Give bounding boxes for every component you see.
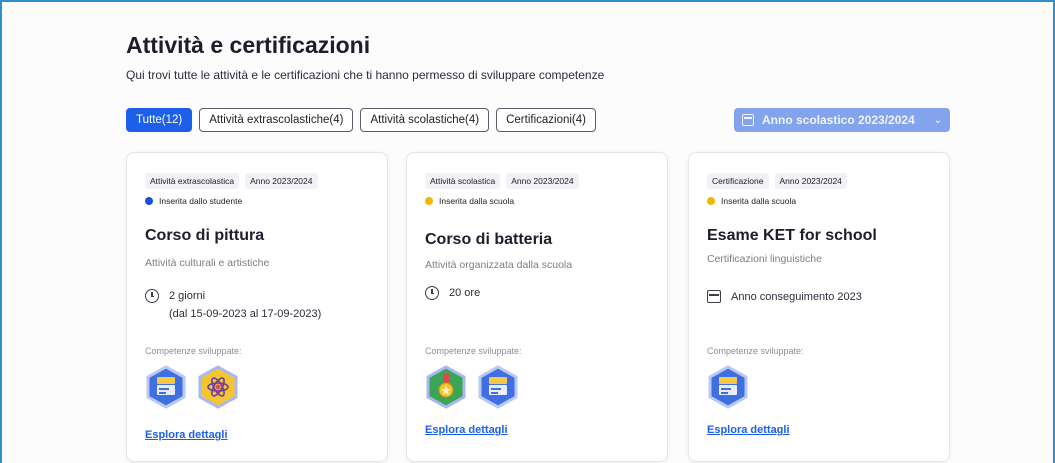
- duration-info: 20 ore: [425, 284, 480, 302]
- card-title: Corso di batteria: [425, 231, 553, 248]
- source-label: Inserita dallo studente: [159, 196, 243, 206]
- page-frame: Attività e certificazioni Qui trovi tutt…: [0, 0, 1055, 463]
- school-year-select[interactable]: Anno scolastico 2023/2024 ⌄: [734, 108, 950, 132]
- duration-info: 2 giorni (dal 15-09-2023 al 17-09-2023): [145, 287, 321, 323]
- language-badge-icon[interactable]: [145, 365, 187, 409]
- year-tag: Anno 2023/2024: [774, 173, 847, 189]
- language-badge-icon[interactable]: [477, 365, 519, 409]
- card-tags: Certificazione Anno 2023/2024: [707, 173, 847, 189]
- certification-card-ket: Certificazione Anno 2023/2024 Inserita d…: [688, 152, 950, 462]
- type-tag: Certificazione: [707, 173, 769, 189]
- chevron-down-icon: ⌄: [933, 114, 942, 126]
- clock-icon: [425, 286, 439, 300]
- school-dot-icon: [425, 197, 433, 205]
- student-dot-icon: [145, 197, 153, 205]
- year-tag: Anno 2023/2024: [245, 173, 318, 189]
- card-tags: Attività extrascolastica Anno 2023/2024: [145, 173, 318, 189]
- filter-all[interactable]: Tutte(12): [126, 108, 193, 132]
- card-title: Esame KET for school: [707, 227, 877, 244]
- page-subtitle: Qui trovi tutte le attività e le certifi…: [126, 68, 605, 82]
- achievement-year-label: Anno conseguimento 2023: [731, 291, 862, 303]
- type-tag: Attività extrascolastica: [145, 173, 240, 189]
- competences-label: Competenze sviluppate:: [145, 346, 242, 356]
- competences-label: Competenze sviluppate:: [707, 346, 804, 356]
- science-badge-icon[interactable]: [197, 365, 239, 409]
- competence-badges: [707, 365, 749, 409]
- school-dot-icon: [707, 197, 715, 205]
- school-year-value: Anno scolastico 2023/2024: [762, 113, 915, 127]
- achievement-year-info: Anno conseguimento 2023: [707, 288, 862, 306]
- competence-badges: [145, 365, 239, 409]
- source-label: Inserita dalla scuola: [439, 196, 515, 206]
- card-tags: Attività scolastica Anno 2023/2024: [425, 173, 579, 189]
- competence-badges: [425, 365, 519, 409]
- filter-certifications[interactable]: Certificazioni(4): [496, 108, 596, 132]
- type-tag: Attività scolastica: [425, 173, 501, 189]
- source-indicator: Inserita dallo studente: [145, 196, 242, 206]
- filter-school[interactable]: Attività scolastiche(4): [360, 108, 490, 132]
- competences-label: Competenze sviluppate:: [425, 346, 522, 356]
- calendar-icon: [742, 114, 754, 126]
- duration-label: 20 ore: [449, 287, 481, 299]
- filter-extracurricular[interactable]: Attività extrascolastiche(4): [199, 108, 354, 132]
- source-indicator: Inserita dalla scuola: [425, 196, 514, 206]
- card-category: Certificazioni linguistiche: [707, 253, 822, 265]
- date-range-label: (dal 15-09-2023 al 17-09-2023): [169, 308, 322, 320]
- explore-details-link[interactable]: Esplora dettagli: [145, 429, 228, 441]
- clock-icon: [145, 289, 159, 303]
- filter-bar: Tutte(12) Attività extrascolastiche(4) A…: [126, 108, 596, 132]
- activity-card-drums: Attività scolastica Anno 2023/2024 Inser…: [406, 152, 668, 462]
- card-category: Attività culturali e artistiche: [145, 257, 270, 269]
- explore-details-link[interactable]: Esplora dettagli: [707, 424, 790, 436]
- source-indicator: Inserita dalla scuola: [707, 196, 796, 206]
- card-title: Corso di pittura: [145, 227, 265, 244]
- explore-details-link[interactable]: Esplora dettagli: [425, 424, 508, 436]
- language-badge-icon[interactable]: [707, 365, 749, 409]
- year-tag: Anno 2023/2024: [506, 173, 579, 189]
- card-category: Attività organizzata dalla scuola: [425, 259, 573, 271]
- citizenship-badge-icon[interactable]: [425, 365, 467, 409]
- calendar-icon: [707, 290, 721, 303]
- source-label: Inserita dalla scuola: [721, 196, 797, 206]
- page-title: Attività e certificazioni: [126, 32, 371, 58]
- duration-label: 2 giorni: [169, 290, 206, 302]
- activity-card-painting: Attività extrascolastica Anno 2023/2024 …: [126, 152, 388, 462]
